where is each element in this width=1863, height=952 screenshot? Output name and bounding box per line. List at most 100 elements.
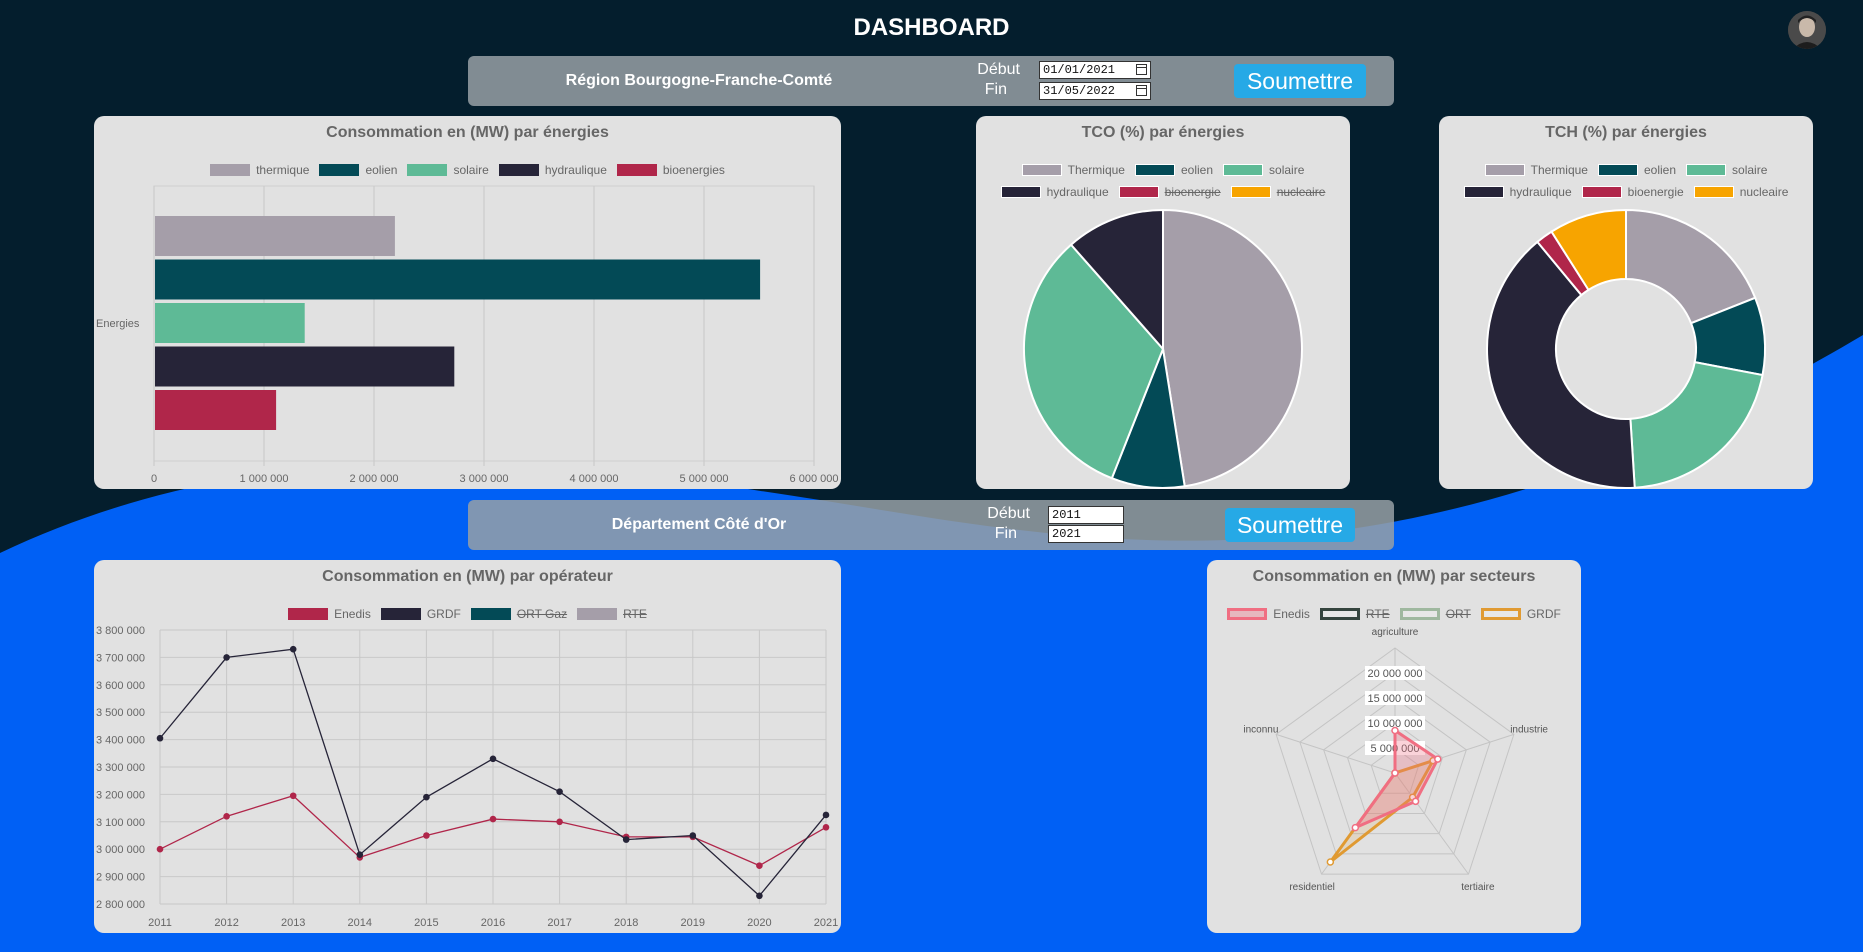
data-point-GRDF xyxy=(822,811,830,819)
data-point-Enedis xyxy=(756,862,763,869)
x-tick-label: 1 000 000 xyxy=(240,473,289,485)
radar-point-Enedis xyxy=(1391,726,1399,735)
data-point-GRDF xyxy=(356,851,364,858)
region-start-date-input[interactable]: 01/01/2021 xyxy=(1039,61,1151,79)
slice-Thermique xyxy=(1162,208,1303,488)
x-tick-label: 5 000 000 xyxy=(680,473,729,485)
axis-label: residentiel xyxy=(1289,882,1335,893)
y-tick-label: 2 800 000 xyxy=(96,899,145,911)
data-point-GRDF xyxy=(423,793,430,801)
doughnut-chart xyxy=(1486,208,1766,489)
data-point-Enedis xyxy=(822,823,830,831)
axis-label: tertiaire xyxy=(1461,882,1495,893)
avatar-icon xyxy=(1788,11,1826,49)
operator-consumption-line-card: Consommation en (MW) par opérateur Enedi… xyxy=(94,560,841,933)
data-point-Enedis xyxy=(423,832,430,839)
r-tick-label: 15 000 000 xyxy=(1367,693,1422,705)
y-tick-label: 2 900 000 xyxy=(96,872,145,884)
tco-pie-card: TCO (%) par énergies Thermique eolien sola… xyxy=(976,116,1350,489)
start-label: Début xyxy=(987,505,1030,522)
y-tick-label: 3 500 000 xyxy=(96,707,145,719)
x-tick-label: 4 000 000 xyxy=(570,473,619,485)
data-point-GRDF xyxy=(289,645,297,653)
data-point-GRDF xyxy=(689,832,697,839)
region-filter-bar: Région Bourgogne-Franche-Comté Début Fin… xyxy=(468,56,1394,106)
x-tick-label: 2016 xyxy=(481,917,505,929)
x-tick-label: 2013 xyxy=(281,917,305,929)
y-tick-label: 3 400 000 xyxy=(96,735,145,747)
axis-label: inconnu xyxy=(1243,724,1278,735)
data-point-Enedis xyxy=(289,792,297,800)
bar-eolien xyxy=(155,259,761,300)
radar-point-Enedis xyxy=(1434,755,1442,763)
x-tick-label: 2021 xyxy=(814,917,838,929)
calendar-icon[interactable] xyxy=(1136,64,1147,75)
region-start-value: 01/01/2021 xyxy=(1043,63,1116,77)
x-tick-label: 2014 xyxy=(348,917,372,929)
x-tick-label: 0 xyxy=(151,473,157,485)
radar-point-Enedis xyxy=(1351,823,1360,832)
axis-label: agriculture xyxy=(1372,627,1419,638)
end-label: Fin xyxy=(994,525,1017,542)
y-tick-label: 3 600 000 xyxy=(96,680,145,692)
data-point-Enedis xyxy=(489,815,497,823)
x-tick-label: 2011 xyxy=(148,917,172,929)
x-tick-label: 2019 xyxy=(681,917,705,929)
data-point-GRDF xyxy=(556,788,563,795)
bar-chart: 0 1 000 000 2 000 000 3 000 000 4 000 000 5 0… xyxy=(96,185,839,485)
y-tick-label: 3 300 000 xyxy=(96,762,145,774)
x-tick-label: 2012 xyxy=(214,917,238,929)
radar-point-Enedis xyxy=(1411,797,1420,806)
radar-point-GRDF xyxy=(1326,858,1335,866)
start-label: Début xyxy=(977,61,1020,78)
radar-chart: agriculture industrie tertiaire residentiel… xyxy=(1243,627,1548,893)
data-point-GRDF xyxy=(489,755,497,763)
r-tick-label: 20 000 000 xyxy=(1367,668,1422,680)
department-filter-bar: Département Côté d'Or Début Fin 2011 202… xyxy=(468,500,1394,550)
user-avatar[interactable] xyxy=(1788,11,1826,49)
axis-label: industrie xyxy=(1510,724,1548,735)
data-point-GRDF xyxy=(756,892,763,900)
region-end-value: 31/05/2022 xyxy=(1043,84,1116,98)
region-label: Région Bourgogne-Franche-Comté xyxy=(565,72,833,89)
data-point-Enedis xyxy=(156,845,164,853)
pie-chart xyxy=(1023,208,1303,489)
y-tick-label: 3 000 000 xyxy=(96,844,145,856)
x-tick-label: 2 000 000 xyxy=(350,473,399,485)
region-submit-button[interactable]: Soumettre xyxy=(1234,64,1366,98)
x-tick-label: 3 000 000 xyxy=(460,473,509,485)
bar-thermique xyxy=(155,216,395,256)
data-point-Enedis xyxy=(223,813,230,820)
y-axis-label: Energies xyxy=(96,318,140,330)
x-tick-label: 6 000 000 xyxy=(790,473,839,485)
y-tick-label: 3 700 000 xyxy=(96,652,145,664)
region-end-date-input[interactable]: 31/05/2022 xyxy=(1039,82,1151,100)
slice-solaire xyxy=(1629,360,1764,489)
y-tick-label: 3 800 000 xyxy=(96,625,145,637)
x-tick-label: 2017 xyxy=(547,917,571,929)
department-submit-button[interactable]: Soumettre xyxy=(1225,508,1355,542)
bar-hydraulique xyxy=(155,346,455,387)
x-tick-label: 2018 xyxy=(614,917,638,929)
page-title: DASHBOARD xyxy=(853,14,1010,41)
line-chart: 3 800 000 3 700 000 3 600 000 3 500 000 3 40… xyxy=(96,625,838,929)
radar-point-Enedis xyxy=(1391,769,1399,777)
end-label: Fin xyxy=(984,81,1007,98)
bar-solaire xyxy=(155,303,305,343)
tch-doughnut-card: TCH (%) par énergies Thermique eolien sola… xyxy=(1439,116,1813,489)
x-tick-label: 2015 xyxy=(414,917,438,929)
energy-consumption-bar-card: Consommation en (MW) par énergies thermi… xyxy=(94,116,841,489)
sector-consumption-radar-card: Consommation en (MW) par secteurs Enedis… xyxy=(1207,560,1581,933)
data-point-GRDF xyxy=(156,734,164,742)
data-point-GRDF xyxy=(622,836,630,843)
department-label: Département Côté d'Or xyxy=(611,516,787,533)
department-start-year-input[interactable]: 2011 xyxy=(1048,506,1124,524)
y-tick-label: 3 200 000 xyxy=(96,789,145,801)
calendar-icon[interactable] xyxy=(1136,85,1147,96)
data-point-Enedis xyxy=(556,818,563,826)
y-tick-label: 3 100 000 xyxy=(96,817,145,829)
department-end-year-input[interactable]: 2021 xyxy=(1048,525,1124,543)
data-point-GRDF xyxy=(223,654,230,661)
x-tick-label: 2020 xyxy=(747,917,771,929)
bar-bioenergies xyxy=(155,390,277,430)
